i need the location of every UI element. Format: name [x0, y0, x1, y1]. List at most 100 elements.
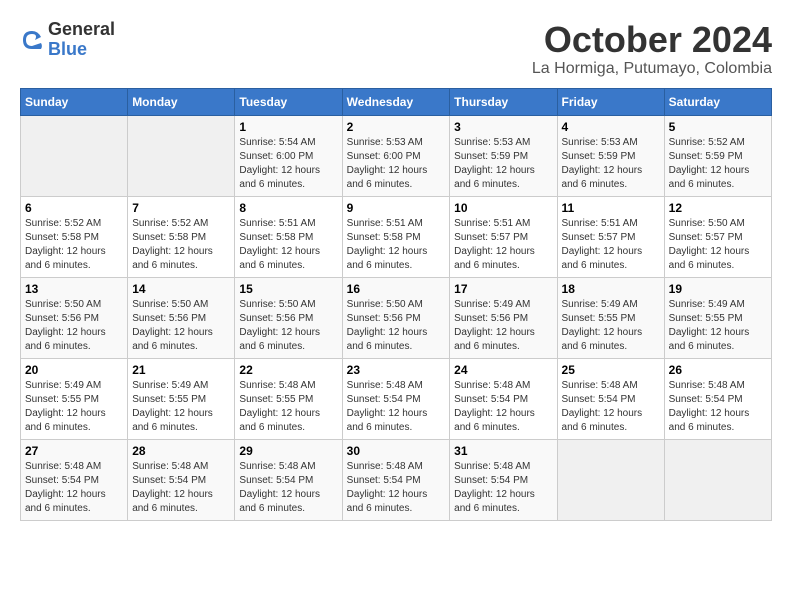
- cell-w1-d0: [21, 115, 128, 196]
- calendar-title: October 2024: [532, 20, 772, 60]
- cell-w5-d4: 31 Sunrise: 5:48 AM Sunset: 5:54 PM Dayli…: [450, 439, 557, 520]
- day-info: Sunrise: 5:52 AM Sunset: 5:58 PM Dayligh…: [25, 217, 123, 273]
- header-thursday: Thursday: [450, 88, 557, 115]
- header-wednesday: Wednesday: [342, 88, 450, 115]
- cell-w5-d0: 27 Sunrise: 5:48 AM Sunset: 5:54 PM Dayli…: [21, 439, 128, 520]
- cell-w1-d1: [128, 115, 235, 196]
- day-info: Sunrise: 5:48 AM Sunset: 5:54 PM Dayligh…: [562, 379, 660, 435]
- header-tuesday: Tuesday: [235, 88, 342, 115]
- cell-w4-d6: 26Sunrise: 5:48 AM Sunset: 5:54 PM Dayli…: [664, 358, 771, 439]
- cell-w1-d3: 2Sunrise: 5:53 AM Sunset: 6:00 PM Daylig…: [342, 115, 450, 196]
- day-info: Sunrise: 5:54 AM Sunset: 6:00 PM Dayligh…: [239, 136, 337, 192]
- day-info: Sunrise: 5:50 AM Sunset: 5:57 PM Dayligh…: [669, 217, 767, 273]
- day-info: Sunrise: 5:51 AM Sunset: 5:58 PM Dayligh…: [347, 217, 446, 273]
- day-number: 6: [25, 201, 123, 215]
- day-info: Sunrise: 5:50 AM Sunset: 5:56 PM Dayligh…: [132, 298, 230, 354]
- week-row-5: 27 Sunrise: 5:48 AM Sunset: 5:54 PM Dayli…: [21, 439, 772, 520]
- cell-w5-d3: 30Sunrise: 5:48 AM Sunset: 5:54 PM Dayli…: [342, 439, 450, 520]
- cell-w5-d1: 28Sunrise: 5:48 AM Sunset: 5:54 PM Dayli…: [128, 439, 235, 520]
- cell-w2-d4: 10 Sunrise: 5:51 AM Sunset: 5:57 PM Dayli…: [450, 196, 557, 277]
- day-number: 3: [454, 120, 552, 134]
- cell-w3-d2: 15 Sunrise: 5:50 AM Sunset: 5:56 PM Dayli…: [235, 277, 342, 358]
- day-info: Sunrise: 5:49 AM Sunset: 5:55 PM Dayligh…: [132, 379, 230, 435]
- day-info: Sunrise: 5:53 AM Sunset: 5:59 PM Dayligh…: [562, 136, 660, 192]
- day-info: Sunrise: 5:51 AM Sunset: 5:57 PM Dayligh…: [562, 217, 660, 273]
- cell-w2-d1: 7 Sunrise: 5:52 AM Sunset: 5:58 PM Daylig…: [128, 196, 235, 277]
- cell-w5-d5: [557, 439, 664, 520]
- day-number: 29: [239, 444, 337, 458]
- day-number: 9: [347, 201, 446, 215]
- logo-line2: Blue: [48, 40, 115, 60]
- cell-w5-d2: 29Sunrise: 5:48 AM Sunset: 5:54 PM Dayli…: [235, 439, 342, 520]
- calendar-body: 1 Sunrise: 5:54 AM Sunset: 6:00 PM Daylig…: [21, 115, 772, 520]
- day-info: Sunrise: 5:50 AM Sunset: 5:56 PM Dayligh…: [239, 298, 337, 354]
- cell-w3-d0: 13 Sunrise: 5:50 AM Sunset: 5:56 PM Dayli…: [21, 277, 128, 358]
- day-number: 23: [347, 363, 446, 377]
- cell-w1-d5: 4Sunrise: 5:53 AM Sunset: 5:59 PM Daylig…: [557, 115, 664, 196]
- day-number: 13: [25, 282, 123, 296]
- day-info: Sunrise: 5:49 AM Sunset: 5:55 PM Dayligh…: [25, 379, 123, 435]
- header-saturday: Saturday: [664, 88, 771, 115]
- calendar-subtitle: La Hormiga, Putumayo, Colombia: [532, 60, 772, 78]
- day-number: 22: [239, 363, 337, 377]
- day-info: Sunrise: 5:48 AM Sunset: 5:55 PM Dayligh…: [239, 379, 337, 435]
- calendar-table: Sunday Monday Tuesday Wednesday Thursday…: [20, 88, 772, 521]
- cell-w4-d1: 21Sunrise: 5:49 AM Sunset: 5:55 PM Dayli…: [128, 358, 235, 439]
- cell-w2-d3: 9 Sunrise: 5:51 AM Sunset: 5:58 PM Daylig…: [342, 196, 450, 277]
- day-info: Sunrise: 5:49 AM Sunset: 5:56 PM Dayligh…: [454, 298, 552, 354]
- header-sunday: Sunday: [21, 88, 128, 115]
- day-number: 20: [25, 363, 123, 377]
- week-row-4: 20 Sunrise: 5:49 AM Sunset: 5:55 PM Dayli…: [21, 358, 772, 439]
- day-info: Sunrise: 5:51 AM Sunset: 5:57 PM Dayligh…: [454, 217, 552, 273]
- day-info: Sunrise: 5:48 AM Sunset: 5:54 PM Dayligh…: [454, 460, 552, 516]
- day-number: 15: [239, 282, 337, 296]
- day-info: Sunrise: 5:51 AM Sunset: 5:58 PM Dayligh…: [239, 217, 337, 273]
- day-number: 12: [669, 201, 767, 215]
- week-row-2: 6 Sunrise: 5:52 AM Sunset: 5:58 PM Daylig…: [21, 196, 772, 277]
- day-number: 8: [239, 201, 337, 215]
- day-number: 25: [562, 363, 660, 377]
- day-number: 31: [454, 444, 552, 458]
- day-number: 24: [454, 363, 552, 377]
- logo: General Blue: [20, 20, 115, 60]
- cell-w3-d4: 17 Sunrise: 5:49 AM Sunset: 5:56 PM Dayli…: [450, 277, 557, 358]
- day-info: Sunrise: 5:52 AM Sunset: 5:58 PM Dayligh…: [132, 217, 230, 273]
- day-number: 26: [669, 363, 767, 377]
- header-monday: Monday: [128, 88, 235, 115]
- day-number: 14: [132, 282, 230, 296]
- header: General Blue October 2024 La Hormiga, Pu…: [20, 20, 772, 78]
- cell-w4-d5: 25 Sunrise: 5:48 AM Sunset: 5:54 PM Dayli…: [557, 358, 664, 439]
- day-number: 2: [347, 120, 446, 134]
- day-number: 1: [239, 120, 337, 134]
- day-info: Sunrise: 5:52 AM Sunset: 5:59 PM Dayligh…: [669, 136, 767, 192]
- day-info: Sunrise: 5:50 AM Sunset: 5:56 PM Dayligh…: [347, 298, 446, 354]
- cell-w3-d6: 19Sunrise: 5:49 AM Sunset: 5:55 PM Dayli…: [664, 277, 771, 358]
- cell-w4-d2: 22 Sunrise: 5:48 AM Sunset: 5:55 PM Dayli…: [235, 358, 342, 439]
- cell-w2-d0: 6 Sunrise: 5:52 AM Sunset: 5:58 PM Daylig…: [21, 196, 128, 277]
- header-friday: Friday: [557, 88, 664, 115]
- header-row: Sunday Monday Tuesday Wednesday Thursday…: [21, 88, 772, 115]
- week-row-3: 13 Sunrise: 5:50 AM Sunset: 5:56 PM Dayli…: [21, 277, 772, 358]
- title-section: October 2024 La Hormiga, Putumayo, Colom…: [532, 20, 772, 78]
- cell-w5-d6: [664, 439, 771, 520]
- day-info: Sunrise: 5:48 AM Sunset: 5:54 PM Dayligh…: [347, 379, 446, 435]
- day-info: Sunrise: 5:53 AM Sunset: 5:59 PM Dayligh…: [454, 136, 552, 192]
- cell-w1-d2: 1 Sunrise: 5:54 AM Sunset: 6:00 PM Daylig…: [235, 115, 342, 196]
- cell-w3-d3: 16Sunrise: 5:50 AM Sunset: 5:56 PM Dayli…: [342, 277, 450, 358]
- day-info: Sunrise: 5:48 AM Sunset: 5:54 PM Dayligh…: [25, 460, 123, 516]
- day-number: 10: [454, 201, 552, 215]
- day-number: 27: [25, 444, 123, 458]
- cell-w4-d0: 20 Sunrise: 5:49 AM Sunset: 5:55 PM Dayli…: [21, 358, 128, 439]
- day-number: 30: [347, 444, 446, 458]
- cell-w4-d4: 24 Sunrise: 5:48 AM Sunset: 5:54 PM Dayli…: [450, 358, 557, 439]
- cell-w3-d1: 14 Sunrise: 5:50 AM Sunset: 5:56 PM Dayli…: [128, 277, 235, 358]
- day-info: Sunrise: 5:49 AM Sunset: 5:55 PM Dayligh…: [562, 298, 660, 354]
- cell-w4-d3: 23 Sunrise: 5:48 AM Sunset: 5:54 PM Dayli…: [342, 358, 450, 439]
- day-info: Sunrise: 5:49 AM Sunset: 5:55 PM Dayligh…: [669, 298, 767, 354]
- day-number: 7: [132, 201, 230, 215]
- day-number: 17: [454, 282, 552, 296]
- day-info: Sunrise: 5:50 AM Sunset: 5:56 PM Dayligh…: [25, 298, 123, 354]
- day-info: Sunrise: 5:48 AM Sunset: 5:54 PM Dayligh…: [454, 379, 552, 435]
- day-info: Sunrise: 5:48 AM Sunset: 5:54 PM Dayligh…: [132, 460, 230, 516]
- cell-w2-d5: 11Sunrise: 5:51 AM Sunset: 5:57 PM Dayli…: [557, 196, 664, 277]
